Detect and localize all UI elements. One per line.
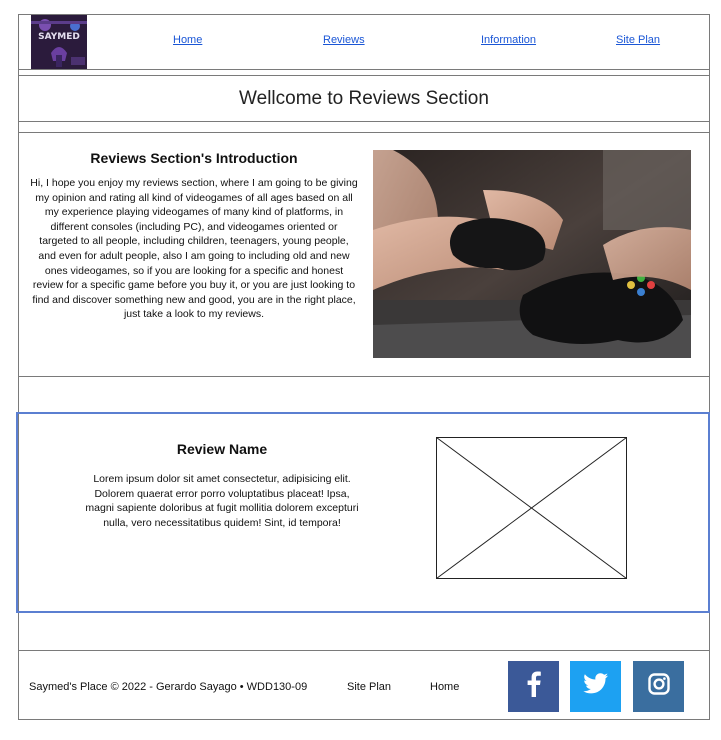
nav-site-plan-link[interactable]: Site Plan (616, 34, 660, 46)
facebook-button[interactable] (508, 661, 559, 712)
header-divider (18, 69, 710, 70)
review-name: Review Name (176, 441, 268, 457)
facebook-icon (523, 671, 545, 702)
nav-reviews-link[interactable]: Reviews (323, 34, 365, 46)
footer-site-plan-link[interactable]: Site Plan (347, 681, 391, 693)
footer-copyright: Saymed's Place © 2022 - Gerardo Sayago •… (29, 681, 308, 693)
page-title: Wellcome to Reviews Section (239, 88, 489, 109)
logo-text: SAYMED (38, 32, 80, 42)
review-text: Lorem ipsum dolor sit amet consectetur, … (85, 473, 359, 529)
twitter-button[interactable] (570, 661, 621, 712)
nav-home-link[interactable]: Home (173, 34, 202, 46)
gaming-controllers-photo (373, 150, 691, 358)
intro-text: Hi, I hope you enjoy my reviews section,… (30, 177, 358, 321)
intro-top-divider (18, 132, 710, 133)
instagram-icon (647, 673, 670, 700)
image-placeholder (436, 437, 627, 579)
page-frame (18, 14, 710, 720)
intro-heading: Reviews Section's Introduction (90, 150, 298, 166)
title-top-divider (18, 75, 710, 76)
instagram-button[interactable] (633, 661, 684, 712)
title-bottom-divider (18, 121, 710, 122)
footer-top-divider (18, 650, 710, 651)
footer-home-link[interactable]: Home (430, 681, 459, 693)
twitter-icon (582, 673, 609, 700)
intro-bottom-divider (18, 376, 710, 377)
site-logo[interactable]: SAYMED (31, 15, 87, 69)
nav-information-link[interactable]: Information (481, 34, 536, 46)
